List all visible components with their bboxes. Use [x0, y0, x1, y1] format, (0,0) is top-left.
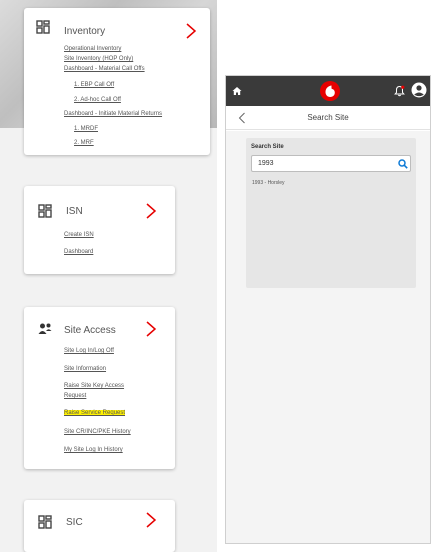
link-raise-site-key-access-request[interactable]: Request	[64, 393, 86, 399]
link-mrdf[interactable]: 1. MRDF	[74, 126, 98, 132]
app-top-bar	[226, 76, 430, 106]
search-input[interactable]: 1993	[251, 155, 411, 172]
user-account-icon[interactable]	[411, 82, 427, 98]
sic-title: SIC	[66, 517, 83, 528]
link-my-site-log-in-history[interactable]: My Site Log In History	[64, 447, 123, 453]
page-title: Search Site	[307, 113, 349, 122]
vodafone-logo-icon	[320, 81, 340, 101]
search-icon[interactable]	[398, 159, 408, 169]
link-site-inventory[interactable]: Site Inventory (HOP Only)	[64, 56, 133, 62]
link-mrf[interactable]: 2. MRF	[74, 140, 94, 146]
link-adhoc-call-off[interactable]: 2. Ad-hoc Call Off	[74, 97, 121, 103]
link-ebp-call-off[interactable]: 1. EBP Call Off	[74, 82, 114, 88]
inventory-card: Inventory Operational Inventory Site Inv…	[24, 8, 210, 155]
chevron-right-icon[interactable]	[144, 202, 158, 220]
isn-card: ISN Create ISN Dashboard	[24, 186, 175, 274]
home-icon[interactable]	[232, 86, 242, 96]
search-label: Search Site	[251, 144, 284, 150]
inventory-title: Inventory	[64, 26, 106, 37]
site-access-title: Site Access	[64, 325, 116, 336]
link-raise-site-key-access[interactable]: Raise Site Key Access	[64, 383, 124, 389]
link-isn-dashboard[interactable]: Dashboard	[64, 249, 93, 255]
phone-screen: Search Site Search Site 1993 1993 - Hors…	[225, 75, 431, 544]
people-icon	[38, 323, 52, 334]
sic-card: SIC	[24, 500, 175, 552]
link-site-cr-inc-pke-history[interactable]: Site CR/INC/PKE History	[64, 429, 131, 435]
bell-icon[interactable]	[394, 85, 405, 97]
link-site-log-in-off[interactable]: Site Log In/Log Off	[64, 348, 114, 354]
link-raise-service-request[interactable]: Raise Service Request	[64, 410, 126, 416]
link-dashboard-material-returns[interactable]: Dashboard - Initiate Material Returns	[64, 111, 162, 117]
link-create-isn[interactable]: Create ISN	[64, 232, 94, 238]
chevron-right-icon[interactable]	[184, 22, 198, 40]
site-access-card: Site Access Site Log In/Log Off Site Inf…	[24, 307, 175, 469]
chevron-right-icon[interactable]	[144, 511, 158, 529]
isn-title: ISN	[66, 206, 83, 217]
link-operational-inventory[interactable]: Operational Inventory	[64, 46, 121, 52]
search-result-item[interactable]: 1993 - Horsley	[252, 180, 285, 186]
dashboard-grid-icon	[38, 204, 52, 218]
link-dashboard-material-call-offs[interactable]: Dashboard - Material Call Offs	[64, 66, 145, 72]
search-panel: Search Site 1993 1993 - Horsley	[246, 138, 416, 288]
search-input-value: 1993	[258, 160, 274, 167]
chevron-right-icon[interactable]	[144, 320, 158, 338]
dashboard-grid-icon	[36, 20, 50, 34]
page-title-bar: Search Site	[226, 106, 430, 130]
dashboard-grid-icon	[38, 515, 52, 529]
link-site-information[interactable]: Site Information	[64, 366, 106, 372]
